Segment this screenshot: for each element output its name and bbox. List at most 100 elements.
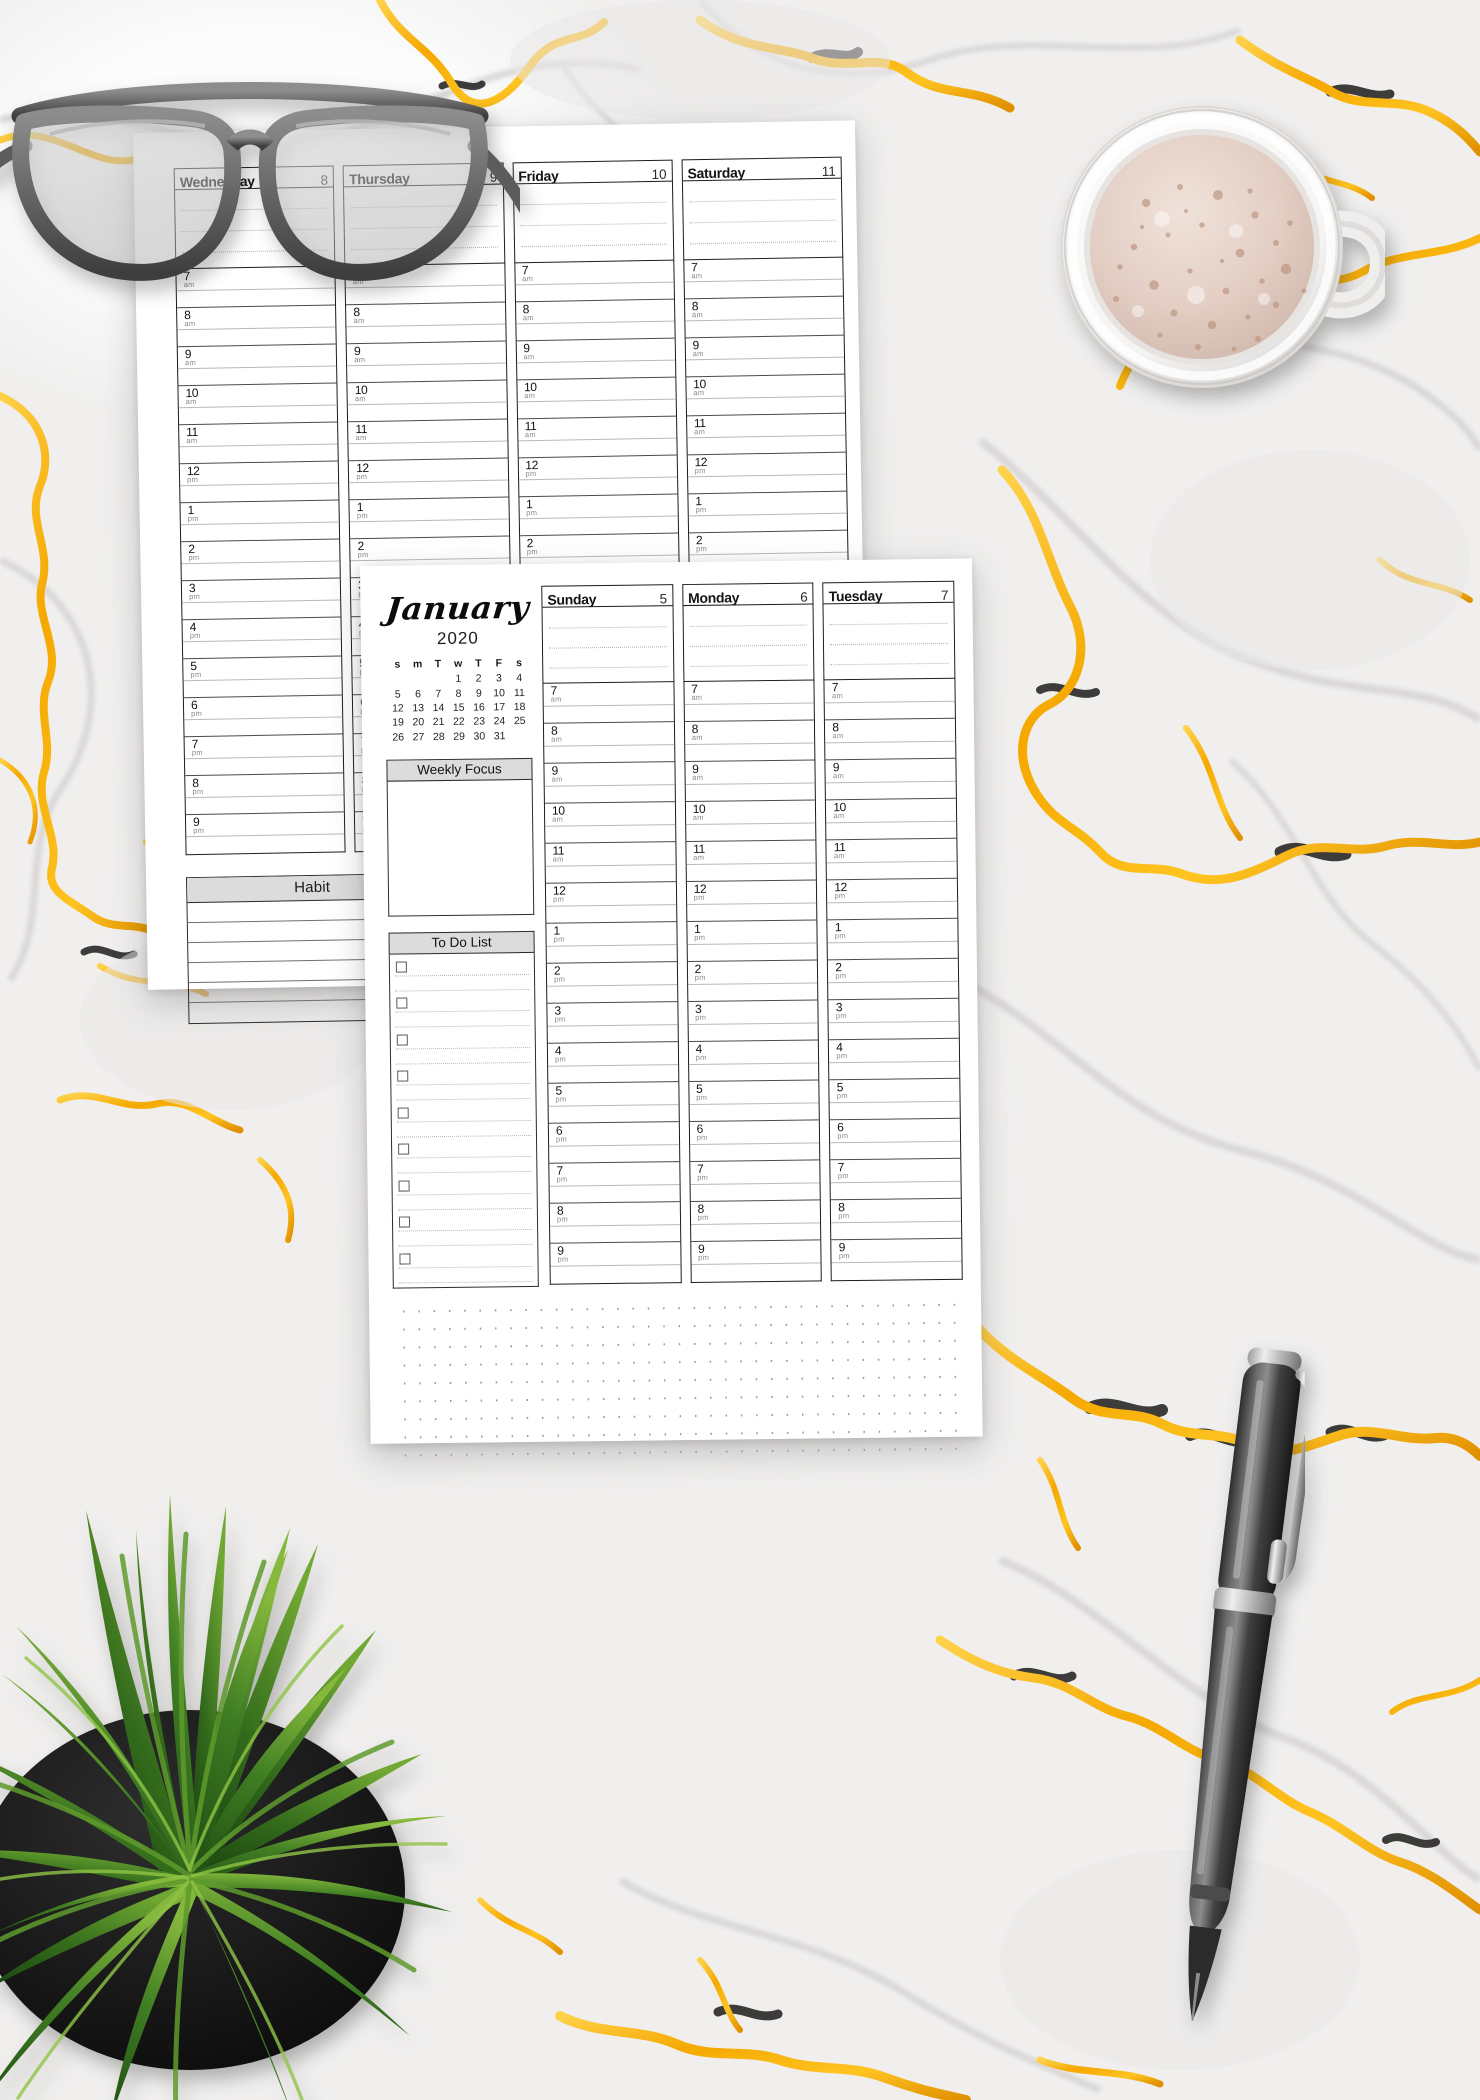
hour-row[interactable]: 11 am [517,416,677,442]
hour-row[interactable]: 9pm [831,1238,962,1264]
hour-row[interactable]: 9 am [516,338,675,364]
mini-calendar-day[interactable]: 16 [469,701,489,716]
hour-row[interactable]: 11 am [545,842,676,867]
hour-row[interactable]: 8 am [346,302,505,328]
half-hour-row[interactable] [545,865,676,884]
hour-row[interactable]: 8 am [684,296,844,322]
hour-row[interactable]: 9pm [185,812,345,838]
hour-row[interactable]: 12 pm [179,461,339,487]
half-hour-row[interactable] [826,781,956,801]
todo-item[interactable] [395,992,530,1030]
todo-checkbox[interactable] [397,1107,409,1119]
half-hour-row[interactable] [549,1145,679,1164]
half-hour-row[interactable] [827,901,958,921]
todo-item[interactable] [395,1029,531,1067]
hour-row[interactable]: 1 pm [688,491,847,517]
half-hour-row[interactable] [829,1061,960,1081]
todo-checkbox[interactable] [396,997,408,1009]
mini-calendar-day[interactable]: 7 [428,687,448,702]
hour-row[interactable]: 12 pm [518,455,677,481]
hour-row[interactable]: 6pm [830,1118,961,1144]
hour-row[interactable]: 8 am [177,305,336,331]
hour-row[interactable]: 1 pm [349,497,509,523]
mini-calendar-day[interactable]: 13 [408,702,428,717]
half-hour-row[interactable] [686,863,817,883]
half-hour-row[interactable] [685,783,816,803]
hour-row[interactable]: 10 am [347,380,507,406]
hour-table-wednesday[interactable]: 7 am 8 am 9 am 10 am 11 am 12 pm 1 pm 2 pm 3 pm 4 pm 5 pm 6 pm 7… [175,266,346,856]
mini-calendar-day[interactable]: 3 [489,672,509,687]
hour-row[interactable]: 12 pm [545,882,676,907]
day-column-tuesday[interactable]: Tuesday 7 7 am 8 am 9 am 10 am 11 am 12 pm 1 pm 2 pm 3 pm… [822,580,963,1284]
mini-calendar-day[interactable]: 24 [489,715,509,730]
mini-calendar-day[interactable]: 25 [510,715,530,730]
hour-row[interactable]: 7am [514,260,674,286]
todo-item[interactable] [397,1175,532,1213]
mini-calendar-day[interactable]: 23 [469,715,489,730]
half-hour-row[interactable] [691,1263,821,1282]
hour-row[interactable]: 8 am [543,722,674,747]
todo-checkbox[interactable] [396,1034,408,1046]
half-hour-row[interactable] [828,981,959,1001]
hour-row[interactable]: 1 pm [180,500,340,526]
half-hour-row[interactable] [828,1021,959,1041]
planner-page-front[interactable]: January 2020 smTwTFs 1 2 3 4 5 6 7 8 9 10 11 12 13 14… [360,558,983,1457]
mini-calendar[interactable]: smTwTFs 1 2 3 4 5 6 7 8 9 10 11 12 13 14 15 16 17 18 19 20 2… [387,657,530,745]
hour-row[interactable]: 11 am [826,838,957,864]
mini-calendar-day[interactable]: 11 [509,686,529,701]
hour-row[interactable]: 8pm [690,1200,821,1226]
hour-row[interactable]: 10 am [544,802,675,827]
hour-row[interactable]: 5pm [183,656,342,682]
day-note-area[interactable] [512,181,675,264]
hour-row[interactable]: 5pm [548,1082,679,1107]
half-hour-row[interactable] [829,1101,960,1121]
mini-calendar-day[interactable]: 19 [388,716,408,731]
hour-table-tuesday[interactable]: 7 am 8 am 9 am 10 am 11 am 12 pm 1 pm 2 pm 3 pm 4 pm 5 pm 6 pm 7… [823,678,963,1282]
todo-checkbox[interactable] [398,1143,410,1155]
day-column-monday[interactable]: Monday 6 7 am 8 am 9 am 10 am 11 am 12 pm 1 pm 2 pm 3 pm 4… [681,582,823,1285]
hour-row[interactable]: 6pm [689,1120,820,1146]
half-hour-row[interactable] [687,983,818,1003]
hour-row[interactable]: 7pm [549,1162,680,1187]
todo-item[interactable] [396,1065,531,1103]
mini-calendar-day[interactable]: 5 [387,688,407,703]
hour-row[interactable]: 8 am [684,720,815,746]
weekly-focus-area[interactable] [386,779,535,917]
hour-row[interactable]: 3pm [688,1000,818,1026]
mini-calendar-day[interactable]: 2 [468,672,488,687]
hour-row[interactable]: 2 pm [688,530,848,556]
hour-row[interactable]: 8 am [515,299,675,325]
half-hour-row[interactable] [551,1265,681,1284]
mini-calendar-days[interactable]: 1 2 3 4 5 6 7 8 9 10 11 12 13 14 15 16 17 18 19 20 21 22 23 24 2… [387,672,530,745]
half-hour-row[interactable] [685,823,816,843]
hour-row[interactable]: 7am [824,678,955,704]
todo-checkbox[interactable] [398,1180,410,1192]
mini-calendar-day[interactable]: 9 [469,687,489,702]
mini-calendar-day[interactable]: 12 [388,702,408,717]
mini-calendar-day[interactable]: 17 [489,701,509,716]
half-hour-row[interactable] [684,703,815,723]
hour-row[interactable]: 10 am [178,383,338,409]
half-hour-row[interactable] [550,1225,680,1244]
half-hour-row[interactable] [546,945,677,964]
half-hour-row[interactable] [690,1183,821,1203]
mini-calendar-day[interactable]: 1 [448,673,468,688]
hour-row[interactable]: 1 pm [827,918,958,944]
mini-calendar-day[interactable]: 10 [489,687,509,702]
hour-row[interactable]: 7am [684,680,815,706]
hour-row[interactable]: 2 pm [828,958,959,984]
half-hour-row[interactable] [825,701,955,721]
weekly-focus-block[interactable]: Weekly Focus [386,757,535,917]
todo-checkbox[interactable] [395,961,407,973]
mini-calendar-day[interactable]: 31 [489,730,509,745]
hour-row[interactable]: 2 pm [350,536,509,562]
todo-item[interactable] [395,956,530,994]
mini-calendar-day[interactable]: 6 [408,688,428,703]
mini-calendar-day[interactable]: 8 [448,687,468,702]
hour-row[interactable]: 4pm [688,1040,819,1066]
hour-row[interactable]: 9pm [550,1242,681,1267]
half-hour-row[interactable] [688,1063,819,1083]
todo-items[interactable] [388,952,539,1289]
half-hour-row[interactable] [830,1181,961,1201]
hour-row[interactable]: 6pm [183,695,343,721]
